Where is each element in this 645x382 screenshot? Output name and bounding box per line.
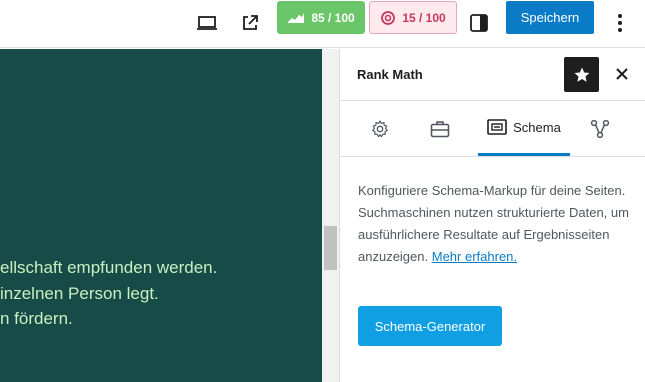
close-sidebar-button[interactable] <box>610 62 634 86</box>
readability-score-value: 15 / 100 <box>402 10 446 25</box>
readability-icon <box>381 10 396 25</box>
canvas-text-line: inzelnen Person legt. <box>0 284 159 303</box>
schema-description: Konfiguriere Schema-Markup für deine Sei… <box>358 180 630 268</box>
tab-schema-label: Schema <box>513 119 561 135</box>
share-nodes-icon <box>590 119 610 138</box>
briefcase-icon <box>430 120 450 137</box>
editor-canvas[interactable]: ellschaft empfunden werden. inzelnen Per… <box>0 49 322 382</box>
top-toolbar: 85 / 100 15 / 100 Speichern <box>0 0 645 48</box>
schema-generator-button[interactable]: Schema-Generator <box>358 306 502 346</box>
rank-math-sidebar: Rank Math Schema Konfiguriere Schema-Mar… <box>339 49 645 382</box>
learn-more-link[interactable]: Mehr erfahren. <box>432 249 517 264</box>
sidebar-title: Rank Math <box>357 67 423 82</box>
pin-star-button[interactable] <box>564 57 599 92</box>
sidebar-toggle-icon[interactable] <box>464 8 494 38</box>
tab-general[interactable] <box>362 101 398 156</box>
seo-score-badge[interactable]: 85 / 100 <box>277 1 365 34</box>
canvas-text-line: n fördern. <box>0 309 73 328</box>
rank-math-icon <box>288 12 305 23</box>
schema-icon <box>487 119 507 135</box>
readability-score-badge[interactable]: 15 / 100 <box>369 1 457 34</box>
sidebar-header: Rank Math <box>340 49 645 101</box>
canvas-text-line: ellschaft empfunden werden. <box>0 258 218 277</box>
save-button[interactable]: Speichern <box>506 1 594 34</box>
external-preview-icon[interactable] <box>235 8 265 38</box>
more-options-icon[interactable] <box>605 8 635 38</box>
scrollbar-thumb[interactable] <box>324 226 337 270</box>
sidebar-tabs: Schema <box>340 101 645 157</box>
desktop-preview-icon[interactable] <box>192 8 222 38</box>
tab-advanced[interactable] <box>422 101 458 156</box>
close-icon <box>616 68 628 80</box>
star-icon <box>574 67 589 82</box>
tab-social[interactable] <box>582 101 618 156</box>
canvas-scrollbar[interactable] <box>322 49 339 382</box>
gear-icon <box>372 120 388 137</box>
seo-score-value: 85 / 100 <box>311 10 355 25</box>
tab-schema[interactable]: Schema <box>478 101 570 156</box>
